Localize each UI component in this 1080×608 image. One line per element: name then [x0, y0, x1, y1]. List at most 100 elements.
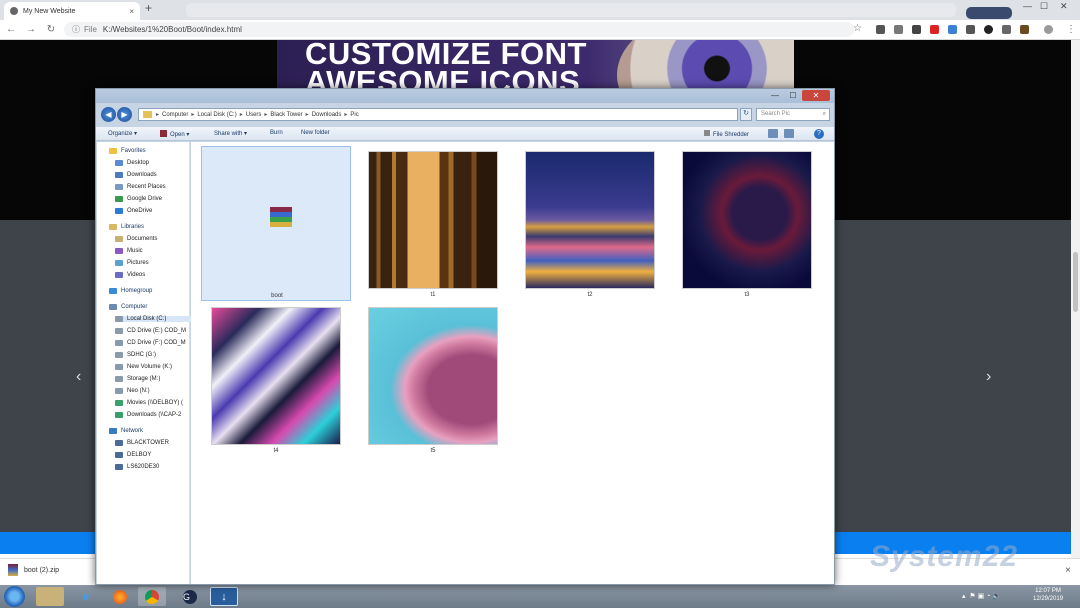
firefox-taskbar-icon[interactable] [106, 587, 134, 606]
scrollbar-thumb[interactable] [1073, 252, 1078, 312]
explorer-titlebar[interactable]: — ☐ ✕ [96, 89, 834, 103]
system-tray[interactable]: ▴ ⚑ ▣ ◔ 🔈 [962, 592, 1001, 600]
maximize-icon[interactable]: ☐ [1040, 1, 1048, 12]
nav-computer[interactable]: Computer [109, 304, 147, 310]
minimize-icon[interactable]: — [1023, 1, 1032, 11]
forward-icon[interactable]: → [22, 24, 40, 35]
carousel-prev-icon[interactable]: ‹ [76, 368, 81, 386]
nav-item-drive[interactable]: CD Drive (E:) COD_M [115, 328, 186, 334]
close-icon[interactable]: ✕ [802, 90, 830, 101]
breadcrumb-separator-icon[interactable]: ▸ [191, 111, 194, 118]
nav-item-library[interactable]: Pictures [115, 260, 149, 266]
avatar[interactable] [1044, 25, 1053, 34]
breadcrumb-item[interactable]: Computer [162, 112, 188, 118]
search-input[interactable]: Search Pic ⌕ [756, 108, 830, 121]
extension-icon[interactable] [984, 25, 993, 34]
forward-icon[interactable]: ▶ [117, 107, 132, 122]
change-view-icon[interactable] [768, 129, 778, 138]
mic-icon[interactable] [912, 25, 921, 34]
close-tab-icon[interactable]: × [129, 7, 134, 16]
extension-icon[interactable] [948, 25, 957, 34]
refresh-icon[interactable]: ↻ [740, 108, 752, 121]
new-folder-button[interactable]: New folder [301, 130, 330, 136]
file-item[interactable]: t3 [672, 146, 822, 301]
file-item[interactable]: boot [201, 146, 351, 301]
nav-item-computer[interactable]: BLACKTOWER [115, 440, 169, 446]
nav-item-drive[interactable]: Movies (\\DELBOY) ( [115, 400, 183, 406]
extension-icon[interactable] [894, 25, 903, 34]
nav-item-library[interactable]: Music [115, 248, 143, 254]
extension-icon[interactable] [1020, 25, 1029, 34]
nav-item-drive[interactable]: Neo (N:) [115, 388, 150, 394]
back-icon[interactable]: ◀ [101, 107, 116, 122]
nav-item-library[interactable]: Documents [115, 236, 157, 242]
nav-item-drive[interactable]: New Volume (K:) [115, 364, 172, 370]
help-icon[interactable]: ? [814, 129, 824, 139]
nav-item-drive[interactable]: SDHC (G:) [115, 352, 156, 358]
file-item[interactable]: t1 [358, 146, 508, 301]
browser-tab[interactable]: My New Website × [4, 2, 140, 20]
back-icon[interactable]: ← [2, 24, 20, 35]
new-tab-button[interactable]: + [145, 1, 152, 15]
minimize-icon[interactable]: — [766, 90, 784, 101]
nav-item-favorite[interactable]: Desktop [115, 160, 149, 166]
camera-icon[interactable] [1002, 25, 1011, 34]
extension-icon[interactable] [930, 25, 939, 34]
maximize-icon[interactable]: ☐ [784, 90, 802, 101]
clock[interactable]: 12:07 PM 12/29/2019 [1033, 587, 1063, 603]
breadcrumb-item[interactable]: Downloads [312, 112, 342, 118]
breadcrumb-separator-icon[interactable]: ▸ [306, 111, 309, 118]
app-taskbar-icon[interactable]: G [176, 587, 204, 606]
breadcrumb-separator-icon[interactable]: ▸ [240, 111, 243, 118]
breadcrumb-item[interactable]: Pic [350, 112, 358, 118]
file-item[interactable]: t5 [358, 302, 508, 457]
nav-item-favorite[interactable]: Downloads [115, 172, 157, 178]
nav-network[interactable]: Network [109, 428, 143, 434]
nav-item-drive[interactable]: Storage (M:) [115, 376, 160, 382]
app-taskbar-icon[interactable]: ↓ [210, 587, 238, 606]
file-shredder-button[interactable]: File Shredder [704, 130, 749, 138]
nav-item-computer[interactable]: DELBOY [115, 452, 151, 458]
extension-icon[interactable] [876, 25, 885, 34]
breadcrumb-separator-icon[interactable]: ▸ [344, 111, 347, 118]
explorer-taskbar-icon[interactable] [36, 587, 64, 606]
nav-item-favorite[interactable]: Recent Places [115, 184, 166, 190]
page-scrollbar[interactable] [1071, 40, 1080, 585]
nav-item-drive[interactable]: CD Drive (F:) COD_M [115, 340, 186, 346]
nav-item-drive[interactable]: Downloads (\\CAP-2 [115, 412, 181, 418]
breadcrumb-item[interactable]: Black Tower [270, 112, 302, 118]
reload-icon[interactable]: ↻ [42, 24, 60, 35]
nav-item-computer[interactable]: LS620DE30 [115, 464, 159, 470]
bookmark-star-icon[interactable]: ☆ [853, 23, 862, 34]
close-icon[interactable]: ✕ [1060, 1, 1068, 12]
nav-item-favorite[interactable]: Google Drive [115, 196, 162, 202]
download-item[interactable]: boot (2).zip [8, 564, 59, 576]
nav-item-favorite[interactable]: OneDrive [115, 208, 152, 214]
breadcrumb-item[interactable]: Users [246, 112, 262, 118]
burn-button[interactable]: Burn [270, 130, 283, 136]
breadcrumb-separator-icon[interactable]: ▸ [156, 111, 159, 118]
start-button[interactable] [4, 586, 25, 607]
preview-pane-icon[interactable] [784, 129, 794, 138]
file-item[interactable]: t4 [201, 302, 351, 457]
ie-taskbar-icon[interactable]: e [72, 587, 100, 606]
address-bar[interactable]: ⓘ File K:/Websites/1%20Boot/Boot/index.h… [64, 22, 854, 37]
breadcrumb-separator-icon[interactable]: ▸ [264, 111, 267, 118]
nav-item-library[interactable]: Videos [115, 272, 145, 278]
open-button[interactable]: Open ▾ [160, 130, 189, 138]
profile-badge[interactable] [966, 7, 1012, 19]
search-icon[interactable]: ⌕ [823, 109, 826, 120]
nav-libraries[interactable]: Libraries [109, 224, 144, 230]
nav-homegroup[interactable]: Homegroup [109, 288, 152, 294]
chrome-taskbar-icon[interactable] [138, 587, 166, 606]
breadcrumb-item[interactable]: Local Disk (C:) [197, 112, 236, 118]
extension-icon[interactable] [966, 25, 975, 34]
organize-button[interactable]: Organize ▾ [108, 130, 137, 137]
carousel-next-icon[interactable]: › [986, 368, 991, 386]
info-icon[interactable]: ⓘ [72, 24, 80, 35]
close-download-bar-icon[interactable]: × [1065, 565, 1071, 576]
share-with-button[interactable]: Share with ▾ [214, 130, 247, 137]
breadcrumb[interactable]: ▸ Computer ▸ Local Disk (C:) ▸ Users ▸ Black To… [138, 108, 738, 121]
nav-favorites[interactable]: Favorites [109, 148, 146, 154]
file-item[interactable]: t2 [515, 146, 665, 301]
